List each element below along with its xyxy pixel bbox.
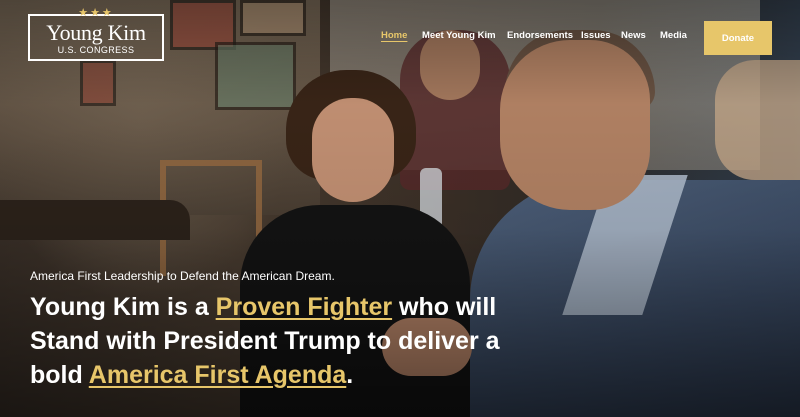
hero-kicker: America First Leadership to Defend the A…	[30, 269, 335, 283]
hero-headline: Young Kim is a Proven Fighter who will S…	[30, 290, 550, 392]
nav-issues[interactable]: Issues	[581, 30, 611, 41]
logo-stars: ★★★	[78, 7, 114, 19]
nav-meet-young-kim[interactable]: Meet Young Kim	[422, 30, 496, 41]
donate-button[interactable]: Donate	[704, 21, 772, 55]
proven-fighter-link[interactable]: Proven Fighter	[216, 293, 392, 321]
nav-endorsements[interactable]: Endorsements	[507, 30, 573, 41]
nav-news[interactable]: News	[621, 30, 646, 41]
nav-home[interactable]: Home	[381, 30, 407, 41]
site-logo[interactable]: ★★★ Young Kim U.S. CONGRESS	[28, 7, 164, 61]
america-first-agenda-link[interactable]: America First Agenda	[89, 361, 346, 389]
logo-subtitle: U.S. CONGRESS	[57, 45, 135, 55]
headline-text: Young Kim is a	[30, 293, 216, 321]
headline-text: .	[346, 361, 354, 389]
nav-media[interactable]: Media	[660, 30, 687, 41]
logo-name: Young Kim	[46, 20, 146, 45]
